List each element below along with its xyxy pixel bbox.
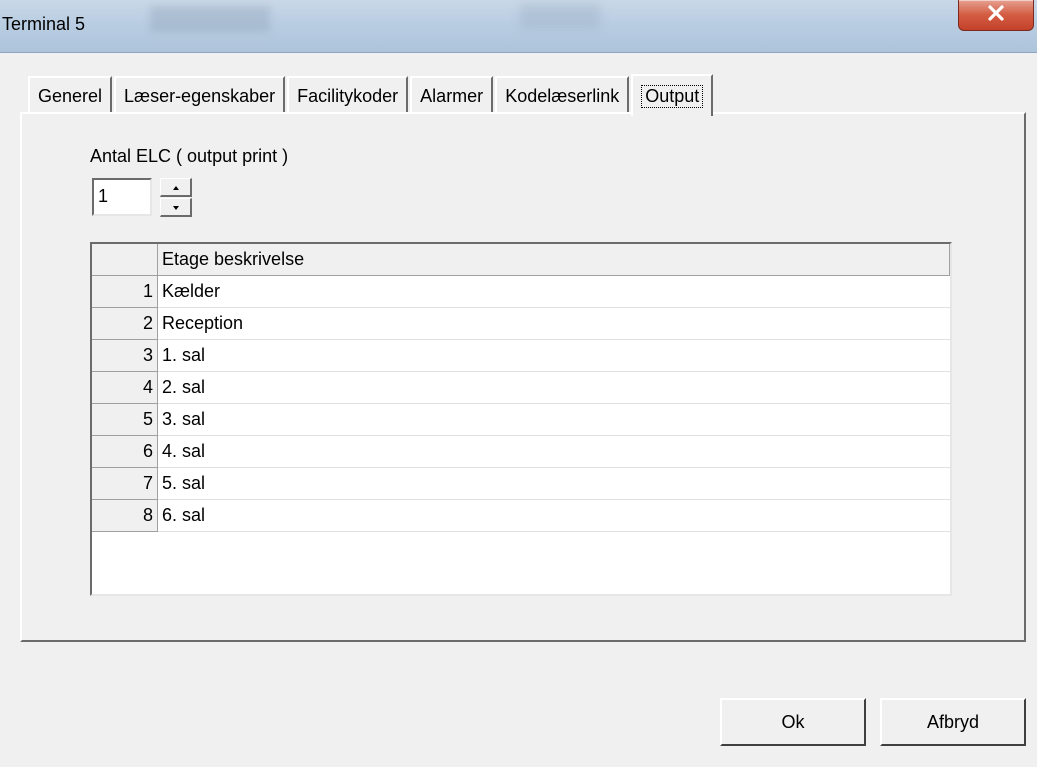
floor-description-cell[interactable]: 6. sal <box>158 500 950 532</box>
spin-down-icon <box>172 198 180 216</box>
window-title: Terminal 5 <box>2 14 86 34</box>
tab-label: Læser-egenskaber <box>124 85 276 106</box>
row-number: 7 <box>92 468 158 500</box>
floor-description-cell[interactable]: 5. sal <box>158 468 950 500</box>
tab-label: Alarmer <box>420 85 484 106</box>
spin-down-button[interactable] <box>160 198 192 217</box>
row-number: 6 <box>92 436 158 468</box>
tab-label: Generel <box>38 85 103 106</box>
title-bar[interactable]: Terminal 5 <box>0 0 1037 53</box>
floor-description-cell[interactable]: 3. sal <box>158 404 950 436</box>
tab-generel[interactable]: Generel <box>28 76 113 114</box>
table-row[interactable]: 1 Kælder <box>92 276 950 308</box>
tab-alarmer[interactable]: Alarmer <box>410 76 494 114</box>
table-row[interactable]: 3 1. sal <box>92 340 950 372</box>
tab-strip: Generel Læser-egenskaber Facilitykoder A… <box>28 72 715 116</box>
blurred-title-background <box>150 6 270 32</box>
table-row[interactable]: 6 4. sal <box>92 436 950 468</box>
tab-kodelaeserlink[interactable]: Kodelæserlink <box>495 76 630 114</box>
tab-label: Output <box>641 84 704 108</box>
tab-laeser-egenskaber[interactable]: Læser-egenskaber <box>114 76 286 114</box>
header-description-cell: Etage beskrivelse <box>158 244 950 276</box>
elc-count-spinner <box>160 178 192 218</box>
spin-up-icon <box>172 178 180 196</box>
table-row[interactable]: 5 3. sal <box>92 404 950 436</box>
output-tab-panel: Antal ELC ( output print ) 1 Etage beskr… <box>20 112 1026 642</box>
floor-description-grid[interactable]: Etage beskrivelse 1 Kælder 2 Reception 3… <box>90 242 952 596</box>
tab-label: Facilitykoder <box>297 85 399 106</box>
table-row[interactable]: 8 6. sal <box>92 500 950 532</box>
header-num-cell <box>92 244 158 276</box>
floor-description-cell[interactable]: 4. sal <box>158 436 950 468</box>
terminal-dialog: Terminal 5 Generel Læser-egenskaber Faci… <box>0 0 1037 767</box>
row-number: 1 <box>92 276 158 308</box>
tab-facilitykoder[interactable]: Facilitykoder <box>287 76 409 114</box>
table-row[interactable]: 4 2. sal <box>92 372 950 404</box>
row-number: 4 <box>92 372 158 404</box>
row-number: 2 <box>92 308 158 340</box>
floor-description-cell[interactable]: 2. sal <box>158 372 950 404</box>
close-button[interactable] <box>958 0 1034 31</box>
floor-description-cell[interactable]: 1. sal <box>158 340 950 372</box>
table-row[interactable]: 7 5. sal <box>92 468 950 500</box>
floor-description-cell[interactable]: Reception <box>158 308 950 340</box>
elc-count-label: Antal ELC ( output print ) <box>90 146 289 166</box>
ok-button[interactable]: Ok <box>720 698 866 746</box>
row-number: 3 <box>92 340 158 372</box>
elc-count-input[interactable]: 1 <box>92 178 152 216</box>
cancel-button[interactable]: Afbryd <box>880 698 1026 746</box>
spin-up-button[interactable] <box>160 178 192 197</box>
tab-output[interactable]: Output <box>631 74 714 116</box>
table-row[interactable]: 2 Reception <box>92 308 950 340</box>
row-number: 8 <box>92 500 158 532</box>
floor-description-cell[interactable]: Kælder <box>158 276 950 308</box>
grid-header: Etage beskrivelse <box>92 244 950 276</box>
blurred-title-background-2 <box>520 4 600 28</box>
close-icon <box>985 4 1007 27</box>
tab-label: Kodelæserlink <box>505 85 620 106</box>
row-number: 5 <box>92 404 158 436</box>
